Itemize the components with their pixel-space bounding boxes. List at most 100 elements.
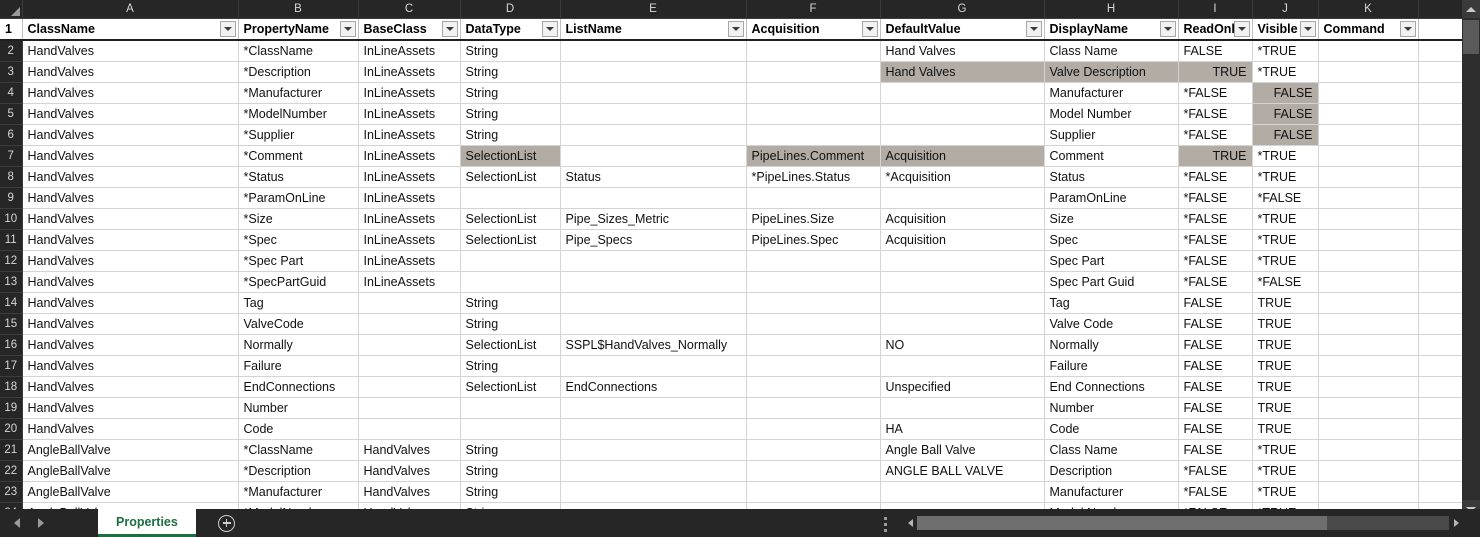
table-cell[interactable]: EndConnections — [560, 376, 747, 398]
table-cell[interactable] — [1418, 82, 1462, 104]
table-cell[interactable]: SelectionList — [460, 166, 561, 188]
table-cell[interactable]: TRUE — [1252, 355, 1319, 377]
table-cell[interactable]: Number — [238, 397, 359, 419]
table-cell[interactable]: Manufacturer — [1044, 82, 1179, 104]
table-cell[interactable]: SelectionList — [460, 208, 561, 230]
table-cell[interactable]: TRUE — [1178, 145, 1253, 167]
table-cell[interactable]: HandValves — [22, 292, 239, 314]
header-cell-listname[interactable]: ListName — [560, 18, 747, 41]
header-cell-propertyname[interactable]: PropertyName — [238, 18, 359, 41]
table-cell[interactable]: AngleBallValve — [22, 439, 239, 461]
table-cell[interactable] — [560, 271, 747, 293]
table-cell[interactable]: InLineAssets — [358, 187, 461, 209]
table-cell[interactable]: SelectionList — [460, 334, 561, 356]
table-cell[interactable]: End Connections — [1044, 376, 1179, 398]
table-cell[interactable]: HandValves — [22, 376, 239, 398]
table-cell[interactable] — [1418, 103, 1462, 125]
select-all-corner[interactable] — [0, 0, 23, 19]
table-cell[interactable]: InLineAssets — [358, 40, 461, 62]
filter-dropdown-button-acquisition[interactable] — [861, 21, 878, 37]
table-cell[interactable]: HandValves — [22, 334, 239, 356]
table-row[interactable]: 5 HandValves *ModelNumber InLineAssets Strin… — [0, 103, 1462, 125]
table-cell[interactable] — [746, 292, 881, 314]
table-cell[interactable]: *FALSE — [1178, 187, 1253, 209]
table-cell[interactable] — [746, 271, 881, 293]
header-cell-classname[interactable]: ClassName — [22, 18, 239, 41]
column-header-extra[interactable] — [1418, 0, 1462, 19]
row-number[interactable]: 17 — [0, 355, 23, 377]
table-cell[interactable]: FALSE — [1178, 376, 1253, 398]
table-cell[interactable]: Failure — [238, 355, 359, 377]
table-cell[interactable]: *FALSE — [1178, 229, 1253, 251]
table-cell[interactable] — [1318, 208, 1419, 230]
table-cell[interactable]: *FALSE — [1178, 124, 1253, 146]
header-cell-displayname[interactable]: DisplayName — [1044, 18, 1179, 41]
vertical-scroll-thumb[interactable] — [1463, 20, 1479, 54]
table-cell[interactable]: *Spec Part — [238, 250, 359, 272]
table-cell[interactable]: InLineAssets — [358, 229, 461, 251]
table-cell[interactable]: Pipe_Sizes_Metric — [560, 208, 747, 230]
header-cell-baseclass[interactable]: BaseClass — [358, 18, 461, 41]
table-cell[interactable]: FALSE — [1178, 418, 1253, 440]
table-cell[interactable]: *TRUE — [1252, 481, 1319, 503]
row-number[interactable]: 7 — [0, 145, 23, 167]
table-cell[interactable] — [746, 187, 881, 209]
table-cell[interactable] — [560, 250, 747, 272]
table-cell[interactable]: InLineAssets — [358, 61, 461, 83]
table-row[interactable]: 20 HandValves Code HA Code FALSE TRUE — [0, 418, 1462, 440]
table-cell[interactable]: Hand Valves — [880, 40, 1045, 62]
table-cell[interactable]: HandValves — [22, 355, 239, 377]
table-cell[interactable]: String — [460, 40, 561, 62]
table-cell[interactable]: Spec Part Guid — [1044, 271, 1179, 293]
horizontal-scrollbar[interactable] — [903, 515, 1463, 531]
table-cell[interactable]: *Description — [238, 61, 359, 83]
table-cell[interactable] — [1418, 292, 1462, 314]
row-number[interactable]: 22 — [0, 460, 23, 482]
table-cell[interactable]: HandValves — [22, 40, 239, 62]
table-cell[interactable] — [746, 355, 881, 377]
table-cell[interactable]: Spec Part — [1044, 250, 1179, 272]
table-cell[interactable] — [880, 187, 1045, 209]
table-cell[interactable]: Class Name — [1044, 439, 1179, 461]
row-number[interactable]: 18 — [0, 376, 23, 398]
table-cell[interactable]: Size — [1044, 208, 1179, 230]
table-cell[interactable] — [880, 124, 1045, 146]
table-cell[interactable] — [560, 103, 747, 125]
table-cell[interactable]: HandValves — [22, 271, 239, 293]
header-cell-readonly[interactable]: ReadOnly — [1178, 18, 1253, 41]
table-cell[interactable] — [560, 418, 747, 440]
table-cell[interactable]: Manufacturer — [1044, 481, 1179, 503]
column-header-H[interactable]: H — [1044, 0, 1179, 19]
table-row[interactable]: 22 AngleBallValve *Description HandValves St… — [0, 460, 1462, 482]
table-cell[interactable] — [1418, 376, 1462, 398]
table-cell[interactable] — [880, 313, 1045, 335]
table-cell[interactable]: NO — [880, 334, 1045, 356]
table-cell[interactable]: String — [460, 439, 561, 461]
table-cell[interactable]: *TRUE — [1252, 229, 1319, 251]
table-cell[interactable]: FALSE — [1178, 313, 1253, 335]
table-cell[interactable]: HandValves — [22, 208, 239, 230]
table-cell[interactable]: Angle Ball Valve — [880, 439, 1045, 461]
table-cell[interactable] — [358, 355, 461, 377]
table-cell[interactable] — [746, 124, 881, 146]
table-cell[interactable] — [880, 250, 1045, 272]
row-number[interactable]: 11 — [0, 229, 23, 251]
table-cell[interactable] — [1318, 397, 1419, 419]
row-number[interactable]: 4 — [0, 82, 23, 104]
column-header-B[interactable]: B — [238, 0, 359, 19]
table-cell[interactable] — [460, 271, 561, 293]
filter-dropdown-button-listname[interactable] — [727, 21, 744, 37]
table-cell[interactable]: Unspecified — [880, 376, 1045, 398]
table-cell[interactable] — [746, 334, 881, 356]
table-cell[interactable] — [880, 292, 1045, 314]
table-cell[interactable]: *ClassName — [238, 439, 359, 461]
table-cell[interactable] — [358, 397, 461, 419]
header-cell-command[interactable]: Command — [1318, 18, 1419, 41]
table-cell[interactable]: String — [460, 61, 561, 83]
table-cell[interactable]: *ClassName — [238, 40, 359, 62]
table-cell[interactable]: Valve Code — [1044, 313, 1179, 335]
table-cell[interactable] — [1418, 460, 1462, 482]
table-cell[interactable]: String — [460, 292, 561, 314]
table-cell[interactable] — [1418, 355, 1462, 377]
add-sheet-button[interactable] — [218, 509, 235, 537]
